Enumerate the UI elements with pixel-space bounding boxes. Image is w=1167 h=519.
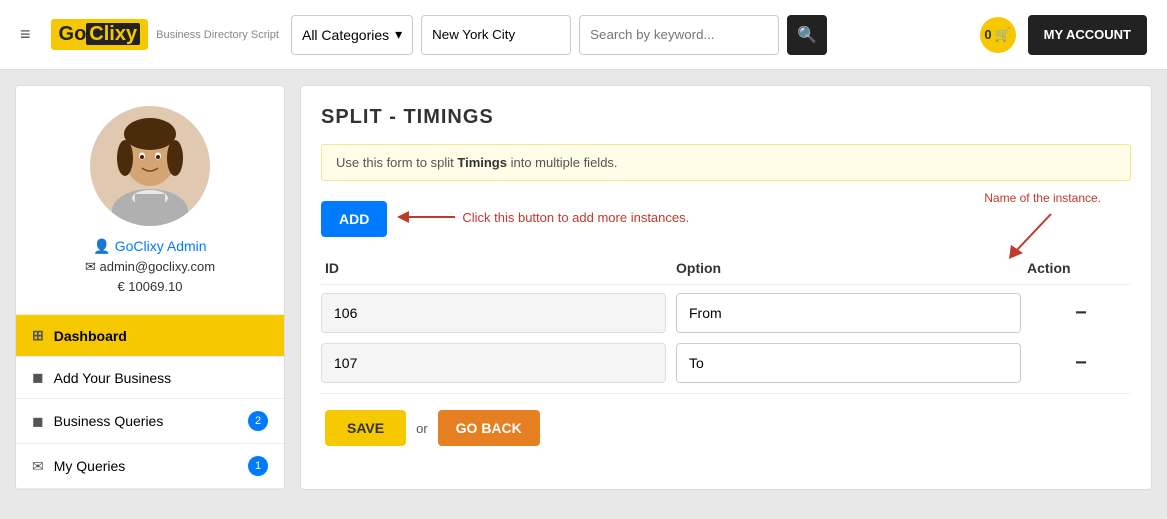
instance-arrow-icon [1001,209,1101,259]
location-input[interactable] [421,15,571,55]
sidebar-item-business-queries[interactable]: ◼ Business Queries 2 [16,399,284,444]
save-button[interactable]: SAVE [325,410,406,446]
logo-box: GoClixy [51,19,149,50]
search-button[interactable]: 🔍 [787,15,827,55]
cart-icon: 🛒 [995,27,1011,43]
my-queries-icon: ✉ [32,458,44,475]
dashboard-icon: ⊞ [32,327,44,344]
instance-annotation-text: Name of the instance. [984,191,1101,205]
page-title: SPLIT - TIMINGS [321,106,1131,129]
chevron-down-icon: ▾ [395,26,402,43]
table-row: − [321,343,1131,383]
logo-text: GoClixy [59,23,141,45]
sidebar-item-label: Dashboard [54,328,127,344]
my-queries-badge: 1 [248,456,268,476]
content-area: SPLIT - TIMINGS Use this form to split T… [300,85,1152,490]
add-business-icon: ◼ [32,369,44,386]
add-annotation-text: Click this button to add more instances. [462,210,689,225]
info-text2: into multiple fields. [507,155,618,170]
col-header-action: Action [1027,260,1127,276]
avatar [90,106,210,226]
col-header-id: ID [325,260,676,276]
sidebar-item-label: My Queries [54,458,126,474]
col-header-option: Option [676,260,1027,276]
category-dropdown[interactable]: All Categories ▾ [291,15,413,55]
or-text: or [416,421,428,436]
sidebar-menu: ⊞ Dashboard ◼ Add Your Business ◼ Busine… [16,315,284,489]
main-layout: 👤 GoClixy Admin ✉ admin@goclixy.com € 10… [0,70,1167,505]
info-text: Use this form to split [336,155,457,170]
logo-subtitle: Business Directory Script [156,29,279,41]
row-2-id [321,343,666,383]
profile-balance: € 10069.10 [36,279,264,294]
header-right: 0 🛒 MY ACCOUNT [980,15,1147,55]
row-1-option[interactable] [676,293,1021,333]
add-button[interactable]: ADD [321,201,387,237]
sidebar-item-dashboard[interactable]: ⊞ Dashboard [16,315,284,357]
queries-icon: ◼ [32,413,44,430]
cart-badge[interactable]: 0 🛒 [980,17,1016,53]
email-icon: ✉ [85,259,96,274]
row-1-id [321,293,666,333]
sidebar-item-my-queries[interactable]: ✉ My Queries 1 [16,444,284,489]
profile-name[interactable]: 👤 GoClixy Admin [36,238,264,255]
sidebar-item-label: Add Your Business [54,370,172,386]
info-bold: Timings [457,155,507,170]
sidebar-item-label: Business Queries [54,413,164,429]
row-2-delete-button[interactable]: − [1031,352,1131,375]
search-input[interactable] [579,15,779,55]
cart-count: 0 [984,27,991,42]
table-row: − [321,293,1131,333]
logo: GoClixy Business Directory Script [51,19,279,50]
queries-badge: 2 [248,411,268,431]
arrow-left-icon [397,207,457,227]
row-2-option[interactable] [676,343,1021,383]
sidebar-item-add-business[interactable]: ◼ Add Your Business [16,357,284,399]
user-icon: 👤 [93,238,110,254]
row-1-delete-button[interactable]: − [1031,302,1131,325]
info-box: Use this form to split Timings into mult… [321,144,1131,181]
header-nav: All Categories ▾ 🔍 [291,15,968,55]
header: ≡ GoClixy Business Directory Script All … [0,0,1167,70]
sidebar-profile: 👤 GoClixy Admin ✉ admin@goclixy.com € 10… [16,86,284,315]
category-label: All Categories [302,27,389,43]
sidebar: 👤 GoClixy Admin ✉ admin@goclixy.com € 10… [15,85,285,490]
profile-email: ✉ admin@goclixy.com [36,259,264,275]
hamburger-icon[interactable]: ≡ [20,24,31,45]
my-account-button[interactable]: MY ACCOUNT [1028,15,1147,55]
bottom-actions: SAVE or GO BACK [321,393,1131,462]
go-back-button[interactable]: GO BACK [438,410,540,446]
